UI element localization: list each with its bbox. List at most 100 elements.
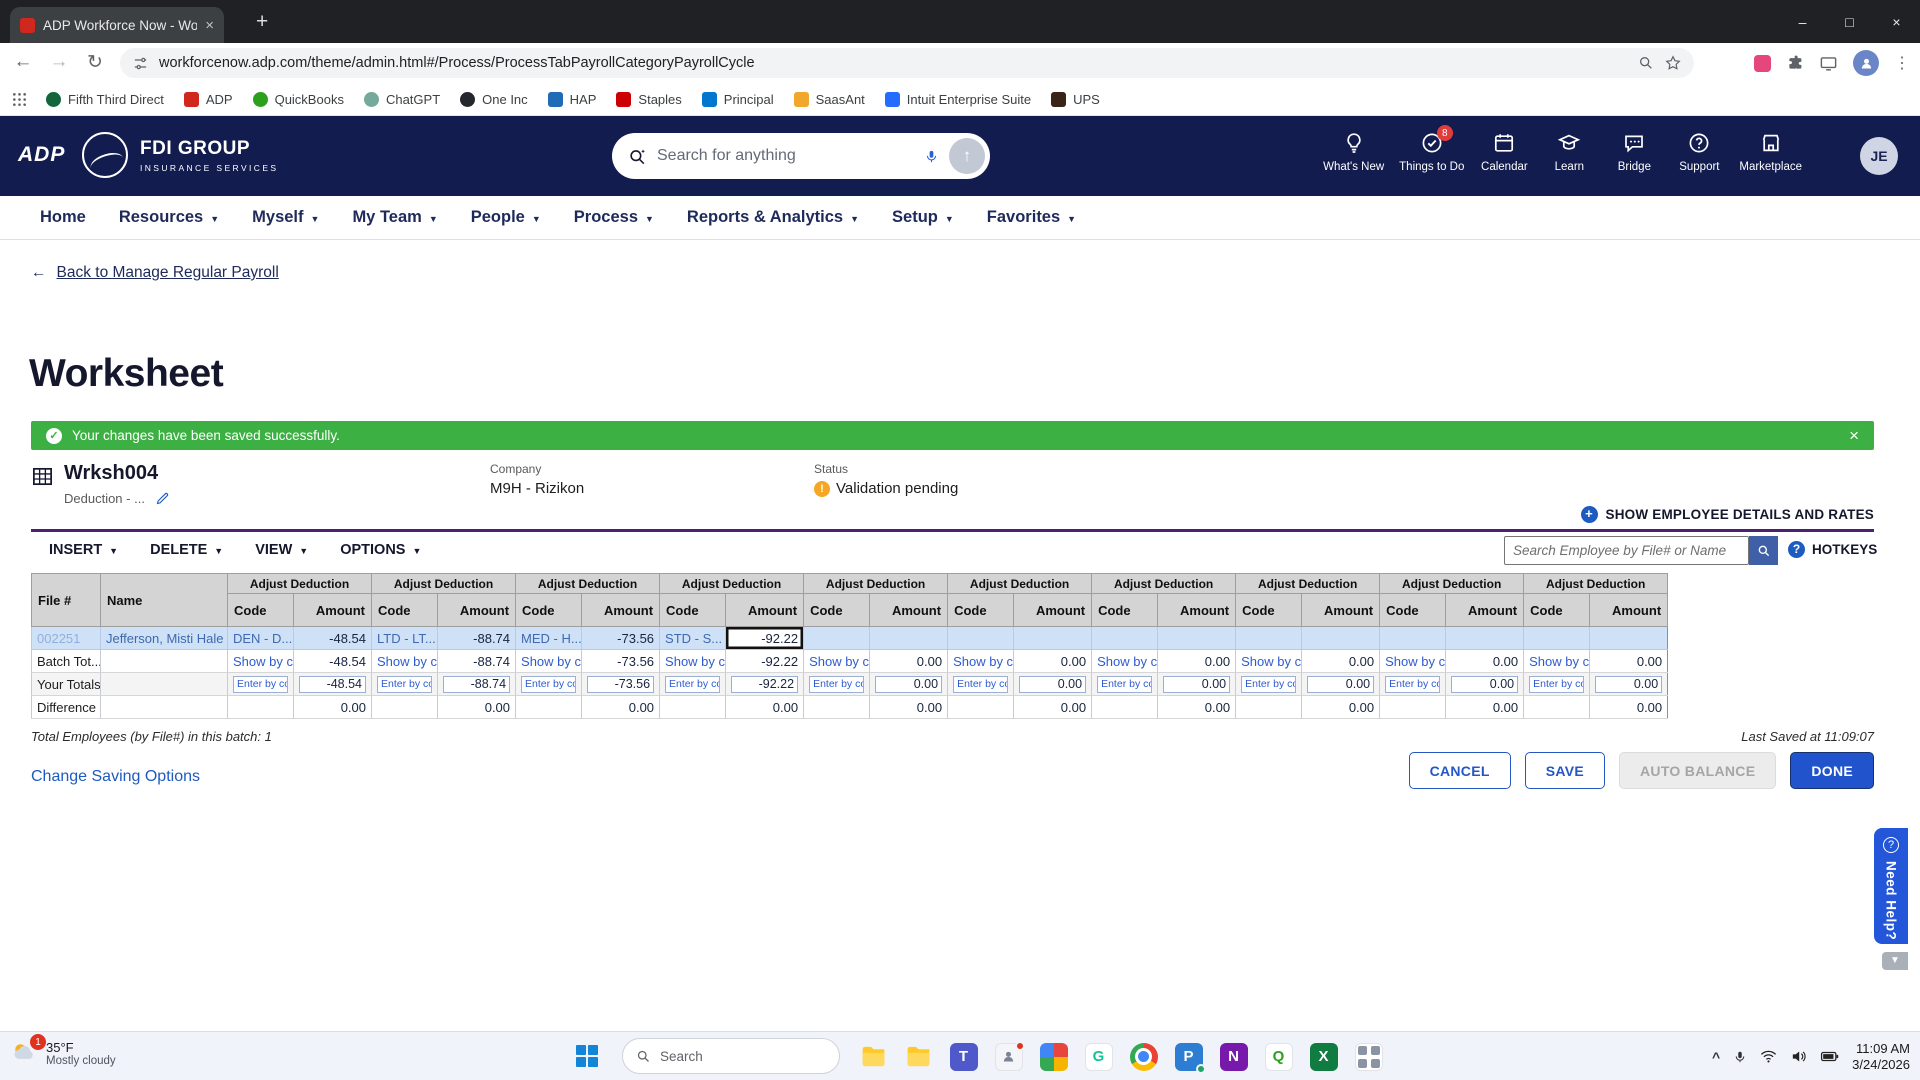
column-header-code[interactable]: Code — [516, 594, 582, 627]
employee-code-cell[interactable]: DEN - D... — [228, 627, 294, 650]
taskbar-app-photos[interactable] — [1036, 1039, 1071, 1074]
column-header-amount[interactable]: Amount — [582, 594, 660, 627]
column-header-code[interactable]: Code — [1524, 594, 1590, 627]
taskbar-search[interactable]: Search — [622, 1038, 840, 1074]
nav-item-resources[interactable]: Resources▼ — [119, 208, 219, 227]
column-header-code[interactable]: Code — [948, 594, 1014, 627]
column-header-amount[interactable]: Amount — [1014, 594, 1092, 627]
show-by-code-link[interactable]: Show by co... — [516, 650, 582, 673]
taskbar-app-file-explorer[interactable] — [856, 1039, 891, 1074]
employee-search-button[interactable] — [1749, 536, 1778, 565]
your-total-amount-input[interactable]: 0.00 — [1302, 673, 1380, 696]
delete-menu[interactable]: DELETE▼ — [150, 542, 223, 558]
global-search[interactable]: ↑ — [612, 133, 990, 179]
column-header-code[interactable]: Code — [1092, 594, 1158, 627]
column-header-code[interactable]: Code — [804, 594, 870, 627]
global-search-input[interactable] — [657, 147, 914, 165]
enter-by-code-link[interactable]: Enter by co... — [1524, 673, 1590, 696]
your-total-amount-input[interactable]: 0.00 — [1590, 673, 1668, 696]
column-header-amount[interactable]: Amount — [438, 594, 516, 627]
enter-by-code-link[interactable]: Enter by co... — [372, 673, 438, 696]
column-header-amount[interactable]: Amount — [1446, 594, 1524, 627]
employee-code-cell[interactable]: LTD - LT... — [372, 627, 438, 650]
employee-search-input[interactable] — [1504, 536, 1749, 565]
employee-amount-cell[interactable] — [870, 627, 948, 650]
employee-code-cell[interactable] — [1092, 627, 1158, 650]
back-icon[interactable]: ← — [8, 51, 38, 73]
nav-item-my-team[interactable]: My Team▼ — [352, 208, 437, 227]
your-total-amount-input[interactable]: 0.00 — [1158, 673, 1236, 696]
show-by-code-link[interactable]: Show by co... — [804, 650, 870, 673]
employee-file-number[interactable]: 002251 — [32, 627, 101, 650]
save-button[interactable]: SAVE — [1525, 752, 1605, 789]
your-total-amount-input[interactable]: 0.00 — [1446, 673, 1524, 696]
url-bar[interactable]: workforcenow.adp.com/theme/admin.html#/P… — [120, 48, 1694, 78]
employee-amount-cell[interactable] — [1158, 627, 1236, 650]
taskbar-app-planner[interactable]: P — [1171, 1039, 1206, 1074]
employee-code-cell[interactable] — [1524, 627, 1590, 650]
show-by-code-link[interactable]: Show by co... — [1092, 650, 1158, 673]
column-header-code[interactable]: Code — [1236, 594, 1302, 627]
apps-grid-icon[interactable] — [12, 92, 27, 107]
employee-code-cell[interactable]: STD - S... — [660, 627, 726, 650]
nav-item-process[interactable]: Process▼ — [574, 208, 654, 227]
column-header-amount[interactable]: Amount — [1302, 594, 1380, 627]
employee-code-cell[interactable] — [948, 627, 1014, 650]
extensions-puzzle-icon[interactable] — [1786, 54, 1804, 72]
back-to-payroll-link[interactable]: ← Back to Manage Regular Payroll — [31, 264, 279, 282]
column-header-code[interactable]: Code — [372, 594, 438, 627]
scroll-down-tab[interactable]: ▼ — [1882, 952, 1908, 970]
header-support[interactable]: Support — [1674, 131, 1724, 173]
reload-icon[interactable]: ↻ — [80, 51, 110, 74]
column-header-name[interactable]: Name — [101, 574, 228, 627]
column-header-amount[interactable]: Amount — [1158, 594, 1236, 627]
show-by-code-link[interactable]: Show by co... — [948, 650, 1014, 673]
bookmark-hap[interactable]: HAP — [539, 89, 606, 110]
mic-icon[interactable] — [924, 149, 939, 164]
your-total-amount-input[interactable]: -48.54 — [294, 673, 372, 696]
view-menu[interactable]: VIEW▼ — [255, 542, 308, 558]
taskbar-app-grammarly[interactable]: G — [1081, 1039, 1116, 1074]
browser-tab[interactable]: ADP Workforce Now - Workshe... × — [10, 7, 224, 43]
nav-item-myself[interactable]: Myself▼ — [252, 208, 319, 227]
show-by-code-link[interactable]: Show by co... — [1236, 650, 1302, 673]
nav-item-reports-analytics[interactable]: Reports & Analytics▼ — [687, 208, 859, 227]
employee-amount-cell[interactable] — [1302, 627, 1380, 650]
enter-by-code-link[interactable]: Enter by co... — [1380, 673, 1446, 696]
enter-by-code-link[interactable]: Enter by co... — [228, 673, 294, 696]
enter-by-code-link[interactable]: Enter by co... — [1236, 673, 1302, 696]
start-button[interactable] — [576, 1045, 598, 1067]
column-header-amount[interactable]: Amount — [870, 594, 948, 627]
volume-icon[interactable] — [1790, 1048, 1807, 1065]
wifi-icon[interactable] — [1760, 1048, 1777, 1065]
edit-pencil-icon[interactable] — [155, 491, 170, 506]
bookmark-adp[interactable]: ADP — [175, 89, 242, 110]
taskbar-app-documents-folder[interactable] — [901, 1039, 936, 1074]
your-total-amount-input[interactable]: -73.56 — [582, 673, 660, 696]
show-by-code-link[interactable]: Show by co... — [660, 650, 726, 673]
tab-close-icon[interactable]: × — [205, 17, 214, 34]
your-total-amount-input[interactable]: -88.74 — [438, 673, 516, 696]
forward-icon[interactable]: → — [44, 51, 74, 73]
your-total-amount-input[interactable]: -92.22 — [726, 673, 804, 696]
done-button[interactable]: DONE — [1790, 752, 1874, 789]
column-header-amount[interactable]: Amount — [726, 594, 804, 627]
close-button[interactable]: × — [1873, 0, 1920, 43]
employee-amount-cell[interactable] — [1446, 627, 1524, 650]
employee-amount-cell[interactable]: -48.54 — [294, 627, 372, 650]
tray-expand-icon[interactable]: ^ — [1712, 1049, 1720, 1065]
enter-by-code-link[interactable]: Enter by co... — [1092, 673, 1158, 696]
employee-name[interactable]: Jefferson, Misti Hale — [101, 627, 228, 650]
nav-item-home[interactable]: Home — [40, 208, 86, 227]
show-by-code-link[interactable]: Show by co... — [228, 650, 294, 673]
need-help-tab[interactable]: ? Need Help? — [1874, 828, 1908, 944]
bookmark-fifth-third-direct[interactable]: Fifth Third Direct — [37, 89, 173, 110]
header-things-to-do[interactable]: 8 Things to Do — [1399, 131, 1464, 173]
header-bridge[interactable]: Bridge — [1609, 131, 1659, 173]
cancel-button[interactable]: CANCEL — [1409, 752, 1511, 789]
options-menu[interactable]: OPTIONS▼ — [340, 542, 421, 558]
nav-item-people[interactable]: People▼ — [471, 208, 541, 227]
battery-icon[interactable] — [1820, 1047, 1839, 1066]
user-avatar[interactable]: JE — [1860, 137, 1898, 175]
bookmark-staples[interactable]: Staples — [607, 89, 690, 110]
